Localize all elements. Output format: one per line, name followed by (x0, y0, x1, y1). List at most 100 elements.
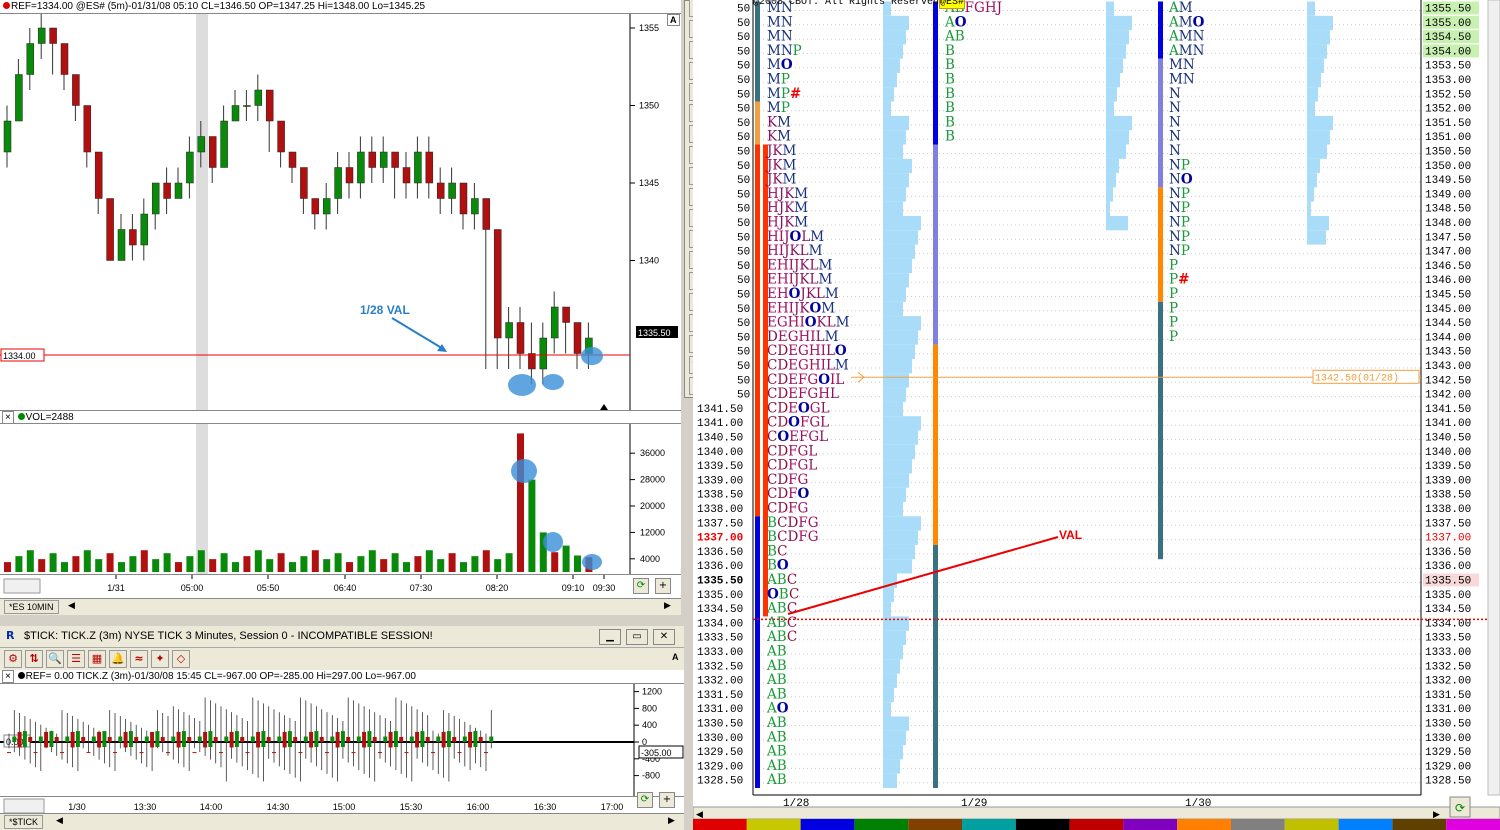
market-profile-svg[interactable]: 1355.50 1355.00 1354.50 1354.00 1353.50 1353.… (693, 0, 1500, 830)
tick-bar-body (219, 752, 223, 754)
candle-body (94, 151, 103, 199)
price-candles-svg[interactable]: 1355 1350 1345 1340 1334.00 1335.50 1/28 VAL (0, 14, 681, 410)
volume-bar (380, 559, 388, 572)
mp-day2-period-bar (933, 544, 938, 788)
mp-day1-volume-bar (883, 616, 909, 631)
mp-day1-period-bar (755, 516, 760, 788)
candle-body (482, 198, 491, 230)
mp-right-price: 1343.00 (1425, 361, 1471, 373)
volume-bars-svg[interactable]: 36000 28000 20000 12000 4000 (0, 424, 681, 574)
tick-corner-label[interactable]: A (672, 652, 679, 662)
time-tick-label: 05:00 (181, 583, 204, 593)
candle-body (505, 322, 513, 339)
mp-day1-volume-bar (883, 373, 909, 388)
tick-header-text: REF= 0.00 TICK.Z (3m)-01/30/08 15:45 CL=… (25, 671, 416, 682)
mp-right-price: 1347.00 (1425, 247, 1471, 259)
tick-bar-body (166, 752, 170, 754)
tick-add-icon[interactable]: + (659, 792, 675, 808)
close-button[interactable]: ✕ (653, 629, 675, 645)
tick-bar-body (81, 736, 86, 742)
tick-bar-body (309, 731, 314, 748)
ref-label: 1334.00 (3, 351, 36, 361)
mp-left-price-stub: 50 (737, 361, 750, 373)
mp-right-price: 1334.50 (1425, 604, 1471, 616)
tick-bar-body (150, 731, 155, 748)
close-x-icon[interactable]: × (2, 411, 14, 423)
tick-scroll-left-icon[interactable]: ◀ (56, 816, 63, 826)
mp-left-price-stub: 50 (737, 75, 750, 87)
mp-right-price: 1340.00 (1425, 447, 1471, 459)
mp-right-price: 1336.50 (1425, 547, 1471, 559)
mp-left-price: 1336.00 (697, 561, 743, 573)
tick-bar-body (356, 736, 361, 742)
mp-right-price: 1345.50 (1425, 290, 1471, 302)
maximize-button[interactable]: ▭ (626, 629, 648, 645)
volume-bar (61, 562, 68, 572)
shape-icon[interactable]: ◇ (172, 650, 190, 668)
mp-right-price: 1346.00 (1425, 275, 1471, 287)
mp-day2-letters: B (945, 129, 955, 145)
tick-bar-body (457, 752, 462, 754)
tick-bar-body (240, 736, 245, 742)
mp-day3-volume-bar (1307, 73, 1321, 88)
tick-bar-body (49, 731, 54, 748)
tick-bar-body (86, 752, 91, 754)
mp-right-price: 1345.00 (1425, 304, 1471, 316)
candle-body (265, 89, 274, 122)
mp-day3-volume-bar (1307, 15, 1333, 31)
tick-bar-body (468, 731, 473, 748)
vol-highlight-ellipse (511, 459, 537, 483)
mp-day1-volume-bar (883, 602, 891, 617)
wave-icon[interactable]: ≈ (130, 650, 148, 668)
candle-body (197, 136, 206, 153)
chart-icon[interactable]: ▦ (88, 650, 106, 668)
tick-bar-body (54, 736, 59, 742)
tick-bars-svg[interactable]: 12008004000-400-8000.00-305.00 (0, 684, 684, 796)
tick-refresh-icon[interactable]: ⟳ (637, 792, 653, 808)
dots-icon[interactable]: ✦ (151, 650, 169, 668)
volume-bar (266, 559, 274, 572)
scroll-right-icon[interactable]: ▶ (664, 601, 671, 611)
volume-bar (38, 559, 46, 572)
vol-tick-label: 36000 (640, 448, 665, 458)
mp-left-price-stub: 50 (737, 304, 750, 316)
refresh-icon[interactable]: ⟳ (633, 578, 649, 594)
tick-bar-body (97, 731, 102, 748)
bars-icon[interactable]: ⇅ (25, 650, 43, 668)
tick-header: × REF= 0.00 TICK.Z (3m)-01/30/08 15:45 C… (0, 670, 684, 684)
mp-palette-swatch (1123, 819, 1178, 830)
mp-day3-volume-bar (1307, 173, 1317, 188)
tick-close-x-icon[interactable]: × (2, 670, 14, 683)
tick-bar-body (298, 752, 303, 754)
add-icon[interactable]: + (655, 578, 671, 594)
mp-right-price: 1350.50 (1425, 147, 1471, 159)
gear-icon[interactable]: ⚙ (4, 650, 22, 668)
minimize-button[interactable]: ▁ (599, 629, 621, 645)
tab-tick[interactable]: *$TICK (4, 815, 44, 829)
scroll-left-icon[interactable]: ◀ (68, 601, 75, 611)
candle-body (49, 27, 57, 44)
candle-body (562, 306, 570, 323)
tick-bar-body (272, 752, 276, 754)
price-corner-label[interactable]: A (667, 14, 680, 26)
tick-scroll-right-icon[interactable]: ▶ (668, 816, 675, 826)
candle-body (300, 167, 308, 199)
list-icon[interactable]: ☰ (67, 650, 85, 668)
mp-left-price: 1338.50 (697, 490, 743, 502)
zoom-icon[interactable]: 🔍 (46, 650, 64, 668)
mp-left-price-stub: 50 (737, 332, 750, 344)
tick-bar-body (33, 752, 38, 754)
tick-bar-body (372, 736, 377, 742)
volume-bar (357, 556, 365, 572)
candle-body (345, 167, 354, 184)
tick-bar-body (160, 736, 165, 742)
tab-es-10min[interactable]: *ES 10MIN (4, 600, 59, 614)
tick-bar-body (256, 731, 261, 748)
vol-highlight-ellipse (582, 554, 602, 570)
mp-right-price: 1332.00 (1425, 676, 1471, 688)
bell-icon[interactable]: 🔔 (109, 650, 127, 668)
mp-right-price: 1341.00 (1425, 418, 1471, 430)
candle-body (72, 74, 80, 106)
mp-day1-volume-bar (883, 344, 915, 359)
volume-bar (152, 559, 160, 572)
